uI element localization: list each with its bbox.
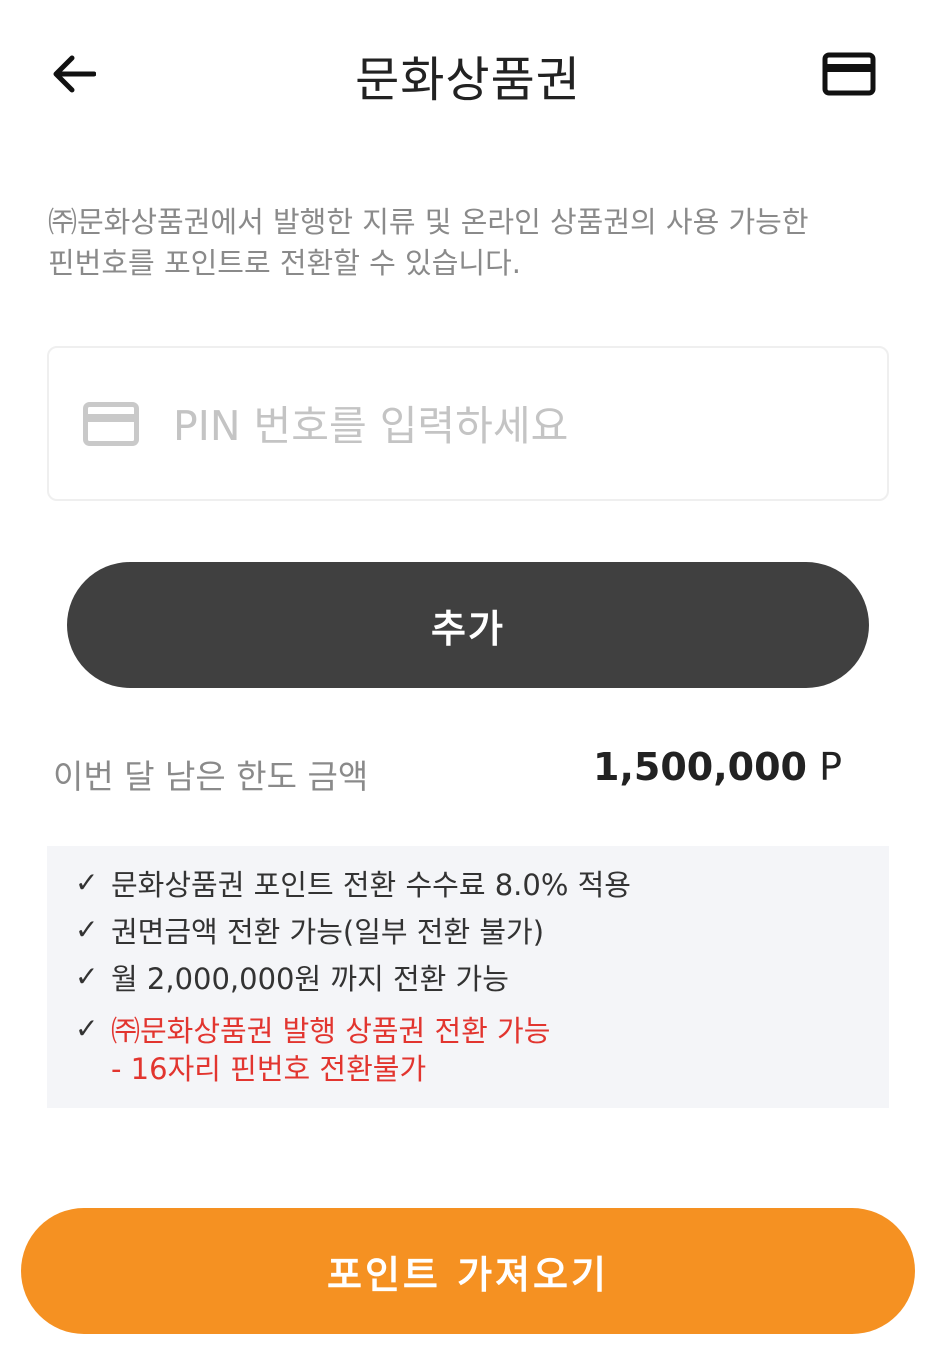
limit-amount-unit: P [819, 745, 842, 789]
info-item: ✓ 권면금액 전환 가능(일부 전환 불가) [75, 913, 544, 951]
description: ㈜문화상품권에서 발행한 지류 및 온라인 상품권의 사용 가능한 핀번호를 포… [48, 202, 888, 284]
check-icon: ✓ [75, 1012, 99, 1045]
credit-card-icon [822, 52, 876, 96]
pin-input[interactable] [173, 388, 853, 464]
info-item: ✓ 문화상품권 포인트 전환 수수료 8.0% 적용 [75, 866, 631, 904]
limit-amount-value: 1,500,000 [593, 745, 807, 789]
limit-label: 이번 달 남은 한도 금액 [53, 757, 369, 796]
info-item-text: 월 2,000,000원 까지 전환 가능 [111, 962, 509, 996]
credit-card-icon [83, 402, 139, 446]
info-item: ✓ 월 2,000,000원 까지 전환 가능 [75, 960, 509, 998]
info-box: ✓ 문화상품권 포인트 전환 수수료 8.0% 적용 ✓ 권면금액 전환 가능(… [47, 846, 889, 1108]
check-icon: ✓ [75, 960, 99, 993]
page-title: 문화상품권 [355, 52, 581, 108]
info-notice: ✓ ㈜문화상품권 발행 상품권 전환 가능 - 16자리 핀번호 전환불가 [75, 1012, 550, 1088]
info-notice-line-2: - 16자리 핀번호 전환불가 [111, 1052, 427, 1086]
description-line-1: ㈜문화상품권에서 발행한 지류 및 온라인 상품권의 사용 가능한 [48, 205, 809, 239]
info-notice-line-1: ㈜문화상품권 발행 상품권 전환 가능 [111, 1014, 551, 1048]
page: 문화상품권 ㈜문화상품권에서 발행한 지류 및 온라인 상품권의 사용 가능한 … [0, 0, 936, 1359]
info-item-text: 문화상품권 포인트 전환 수수료 8.0% 적용 [111, 868, 631, 902]
info-notice-text: ㈜문화상품권 발행 상품권 전환 가능 - 16자리 핀번호 전환불가 [111, 1012, 550, 1088]
check-icon: ✓ [75, 913, 99, 946]
check-icon: ✓ [75, 866, 99, 899]
get-points-button[interactable]: 포인트 가져오기 [21, 1208, 915, 1334]
card-button[interactable] [818, 46, 880, 102]
limit-amount: 1,500,000 P [593, 745, 842, 789]
add-button[interactable]: 추가 [67, 562, 869, 688]
description-line-2: 핀번호를 포인트로 전환할 수 있습니다. [48, 246, 521, 280]
info-item-text: 권면금액 전환 가능(일부 전환 불가) [111, 915, 545, 949]
pin-field[interactable] [47, 346, 889, 501]
header: 문화상품권 [0, 0, 936, 150]
